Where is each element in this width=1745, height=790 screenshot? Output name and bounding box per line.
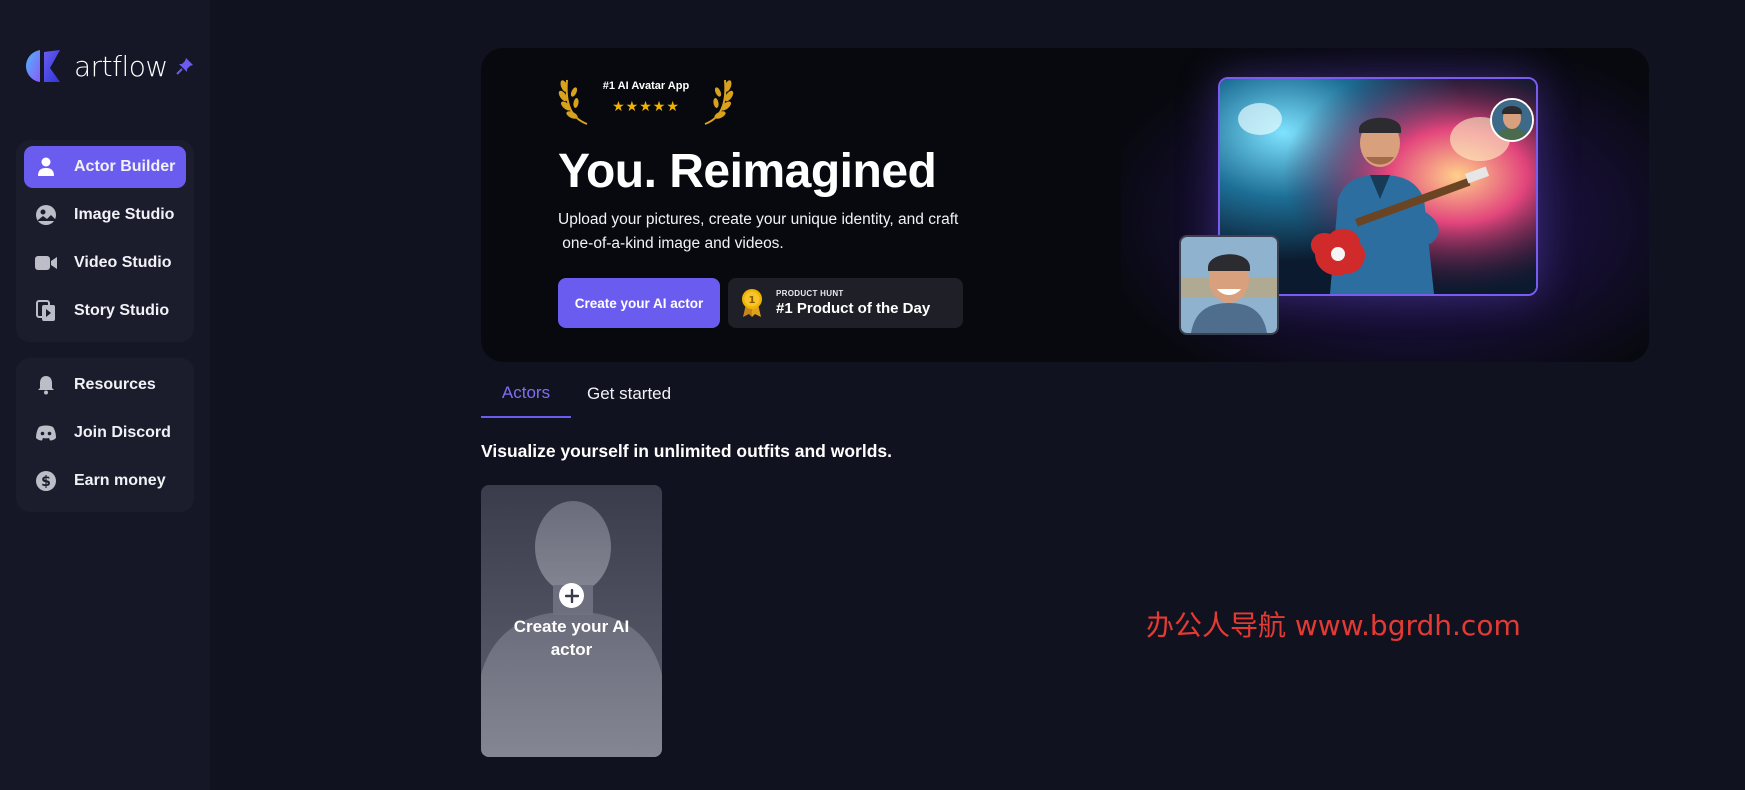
hero-subtitle: Upload your pictures, create your unique… [558,208,978,256]
tab-get-started[interactable]: Get started [587,370,697,418]
create-actor-card[interactable]: Create your AI actor [481,485,662,757]
section-heading: Visualize yourself in unlimited outfits … [481,441,892,461]
product-of-the-day-label: #1 Product of the Day [776,300,931,317]
plus-icon [559,583,584,608]
sidebar-item-label: Earn money [74,472,166,489]
product-hunt-label: PRODUCT HUNT [776,289,844,298]
create-actor-card-label: Create your AI actor [513,617,630,659]
sidebar-item-label: Video Studio [74,254,172,271]
sidebar-item-label: Join Discord [74,424,171,441]
sidebar-item-actor-builder[interactable]: Actor Builder [24,146,186,188]
secondary-nav: Resources Join Discord $ Earn money [16,358,194,512]
hero-avatar [1490,98,1534,142]
hero-title: You. Reimagined [558,145,937,198]
tab-actors[interactable]: Actors [481,370,571,418]
sidebar-item-label: Actor Builder [74,158,176,175]
medal-icon: 1 [742,289,762,317]
watermark-text: 办公人导航 www.bgrdh.com [1146,609,1521,642]
primary-nav: Actor Builder Image Studio Video Studio … [16,140,194,342]
video-camera-icon [34,251,58,275]
bell-icon [34,373,58,397]
sidebar-item-earn-money[interactable]: $ Earn money [24,460,186,502]
svg-text:1: 1 [749,295,756,306]
story-icon [34,299,58,323]
person-icon [34,155,58,179]
star-rating-icon: ★★★★★ [612,98,680,114]
sidebar-item-image-studio[interactable]: Image Studio [24,194,186,236]
image-studio-icon [34,203,58,227]
sidebar: artflow Actor Builder Image Studio Video… [0,0,210,790]
brand-name: artflow [74,49,168,83]
create-ai-actor-button[interactable]: Create your AI actor [558,278,720,328]
product-hunt-badge[interactable]: 1 PRODUCT HUNT #1 Product of the Day [728,278,963,328]
artflow-logo[interactable]: artflow [24,48,168,84]
avatar-image [1492,100,1532,140]
svg-text:$: $ [41,474,51,490]
sidebar-item-label: Resources [74,376,156,393]
portrait-image [1181,237,1277,333]
hero-subtitle-line1: Upload your pictures, create your unique… [558,211,959,228]
award-title: #1 AI Avatar App [602,80,690,92]
award-badge: #1 AI Avatar App ★★★★★ [557,74,735,126]
sidebar-item-join-discord[interactable]: Join Discord [24,412,186,454]
sidebar-item-resources[interactable]: Resources [24,364,186,406]
pin-icon[interactable] [176,57,194,75]
sidebar-item-label: Story Studio [74,302,170,319]
dollar-icon: $ [34,469,58,493]
hero-banner: #1 AI Avatar App ★★★★★ You. Reimagined U… [481,48,1649,362]
sidebar-item-label: Image Studio [74,206,175,223]
sidebar-item-video-studio[interactable]: Video Studio [24,242,186,284]
hero-photo-portrait [1179,235,1279,335]
discord-icon [34,421,58,445]
sidebar-item-story-studio[interactable]: Story Studio [24,290,186,332]
hero-subtitle-line2: one-of-a-kind image and videos. [558,235,784,252]
artflow-logo-icon [26,50,60,82]
